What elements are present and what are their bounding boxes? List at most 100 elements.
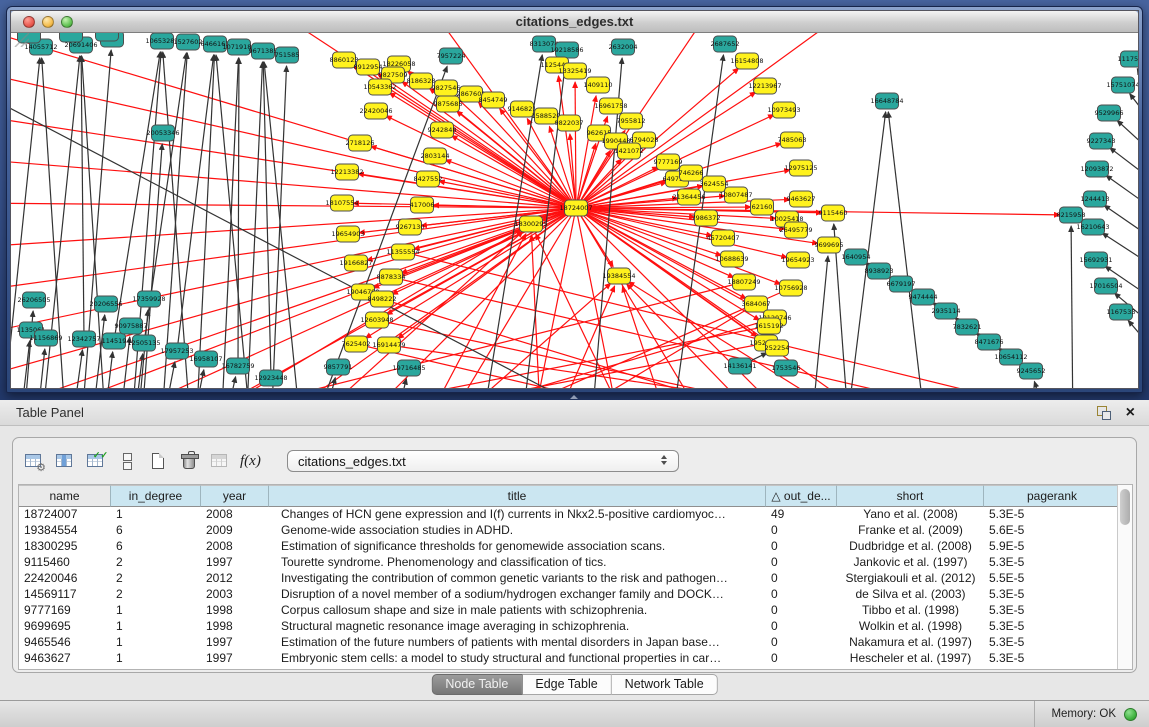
- network-node[interactable]: 8878334: [377, 269, 406, 285]
- network-edge[interactable]: [36, 349, 45, 388]
- network-node[interactable]: 15751074: [1106, 77, 1138, 93]
- table-row[interactable]: 1830029562008Estimation of significance …: [19, 539, 1117, 555]
- network-node[interactable]: 16210643: [1076, 219, 1109, 235]
- network-node[interactable]: 1615192: [755, 318, 784, 334]
- network-node[interactable]: 8498222: [368, 291, 397, 307]
- table-cell-year[interactable]: 2012: [201, 571, 269, 587]
- close-window-button[interactable]: [23, 16, 35, 28]
- network-node[interactable]: 26206505: [17, 292, 50, 308]
- network-node[interactable]: 9267130: [396, 219, 425, 235]
- column-header-name[interactable]: name: [19, 485, 111, 507]
- table-cell-short[interactable]: Stergiakouli et al. (2012): [837, 571, 984, 587]
- network-node[interactable]: 17016504: [1089, 278, 1122, 294]
- network-edge[interactable]: [1106, 175, 1138, 211]
- network-node[interactable]: 1117536: [1118, 51, 1138, 67]
- network-edge[interactable]: [301, 343, 766, 388]
- table-cell-in_degree[interactable]: 1: [111, 635, 201, 651]
- table-cell-in_degree[interactable]: 2: [111, 571, 201, 587]
- network-edge[interactable]: [11, 113, 576, 208]
- table-cell-title[interactable]: Investigating the contribution of common…: [269, 571, 766, 587]
- network-edge[interactable]: [223, 377, 236, 388]
- network-node[interactable]: 7986372: [692, 210, 721, 226]
- network-node[interactable]: 9857791: [324, 359, 353, 375]
- table-cell-out_degree[interactable]: 49: [766, 507, 837, 523]
- network-node[interactable]: 12603948: [360, 312, 393, 328]
- network-node[interactable]: 16154808: [730, 53, 763, 69]
- network-node[interactable]: 26495779: [779, 222, 812, 238]
- network-node[interactable]: 12093872: [1080, 161, 1113, 177]
- network-node[interactable]: 9529966: [1095, 105, 1124, 121]
- network-node[interactable]: 12505135: [127, 335, 160, 351]
- network-node[interactable]: 12923448: [254, 370, 287, 386]
- network-node[interactable]: 90975887: [114, 318, 147, 334]
- table-cell-pagerank[interactable]: 5.3E-5: [984, 651, 1117, 667]
- table-cell-pagerank[interactable]: 5.5E-5: [984, 571, 1117, 587]
- network-node[interactable]: 19654923: [781, 252, 814, 268]
- tab-network-table[interactable]: Network Table: [612, 674, 718, 695]
- table-cell-year[interactable]: 1997: [201, 555, 269, 571]
- table-cell-year[interactable]: 2008: [201, 539, 269, 555]
- row-height-button[interactable]: [116, 450, 138, 472]
- network-edge[interactable]: [1130, 94, 1138, 128]
- network-edge[interactable]: [888, 112, 926, 388]
- table-cell-in_degree[interactable]: 6: [111, 523, 201, 539]
- table-row[interactable]: 1938455462009Genome-wide association stu…: [19, 523, 1117, 539]
- network-edge[interactable]: [191, 370, 204, 388]
- table-cell-short[interactable]: de Silva et al. (2003): [837, 587, 984, 603]
- network-edge[interactable]: [263, 62, 271, 378]
- table-cell-year[interactable]: 1997: [201, 651, 269, 667]
- table-cell-title[interactable]: Structural magnetic resonance image aver…: [269, 619, 766, 635]
- network-node[interactable]: 10688639: [715, 251, 748, 267]
- network-node[interactable]: 18724007: [559, 200, 592, 216]
- network-node[interactable]: 18107554: [325, 195, 358, 211]
- show-columns-button[interactable]: [54, 450, 76, 472]
- network-node[interactable]: 21364456: [672, 189, 705, 205]
- network-node[interactable]: 8471676: [975, 334, 1004, 350]
- network-node[interactable]: 11156869: [29, 330, 62, 346]
- column-header-year[interactable]: year: [201, 485, 269, 507]
- network-edge[interactable]: [1110, 148, 1138, 183]
- table-cell-title[interactable]: Estimation of the future numbers of pati…: [269, 635, 766, 651]
- network-edge[interactable]: [1034, 381, 1051, 388]
- window-resize-grip[interactable]: [11, 33, 29, 47]
- network-node[interactable]: 19716485: [392, 360, 425, 376]
- network-node[interactable]: 2803144: [421, 148, 450, 164]
- network-node[interactable]: 8427552: [414, 171, 443, 187]
- table-cell-title[interactable]: Changes of HCN gene expression and I(f) …: [269, 507, 766, 523]
- network-node[interactable]: 10543362: [363, 79, 396, 95]
- table-cell-in_degree[interactable]: 2: [111, 555, 201, 571]
- network-node[interactable]: 16958107: [189, 351, 222, 367]
- table-cell-pagerank[interactable]: 5.3E-5: [984, 555, 1117, 571]
- network-view-window[interactable]: citations_edges.txt 14055712206914061065…: [6, 6, 1143, 393]
- close-panel-icon[interactable]: ×: [1126, 406, 1135, 420]
- table-cell-year[interactable]: 2008: [201, 507, 269, 523]
- network-edge[interactable]: [811, 256, 828, 388]
- column-header-short[interactable]: short: [837, 485, 984, 507]
- network-node[interactable]: 11355554: [386, 244, 419, 260]
- table-cell-short[interactable]: Nakamura et al. (1997): [837, 635, 984, 651]
- network-node[interactable]: 252254: [765, 340, 790, 356]
- table-cell-name[interactable]: 19384554: [19, 523, 111, 539]
- network-node[interactable]: 19166827: [339, 255, 372, 271]
- table-cell-out_degree[interactable]: 0: [766, 635, 837, 651]
- table-cell-year[interactable]: 2003: [201, 587, 269, 603]
- network-node[interactable]: 16782759: [221, 358, 254, 374]
- table-cell-pagerank[interactable]: 5.3E-5: [984, 507, 1117, 523]
- table-cell-in_degree[interactable]: 2: [111, 587, 201, 603]
- new-column-button[interactable]: [147, 450, 169, 472]
- network-node[interactable]: 6679197: [887, 276, 916, 292]
- network-edge[interactable]: [11, 203, 576, 208]
- network-node[interactable]: 8215958: [1057, 207, 1086, 223]
- table-cell-short[interactable]: Tibbo et al. (1998): [837, 603, 984, 619]
- network-node[interactable]: 1409110: [584, 77, 613, 93]
- network-node[interactable]: 18807249: [727, 274, 760, 290]
- table-cell-out_degree[interactable]: 0: [766, 587, 837, 603]
- table-row[interactable]: 1456911722003Disruption of a novel membe…: [19, 587, 1117, 603]
- tab-node-table[interactable]: Node Table: [431, 674, 522, 695]
- network-node[interactable]: 7485063: [778, 132, 807, 148]
- table-cell-title[interactable]: Genome-wide association studies in ADHD.: [269, 523, 766, 539]
- network-node[interactable]: 10973493: [767, 102, 800, 118]
- network-node[interactable]: 7955812: [617, 113, 646, 129]
- table-cell-short[interactable]: Franke et al. (2009): [837, 523, 984, 539]
- delete-column-button[interactable]: [178, 450, 200, 472]
